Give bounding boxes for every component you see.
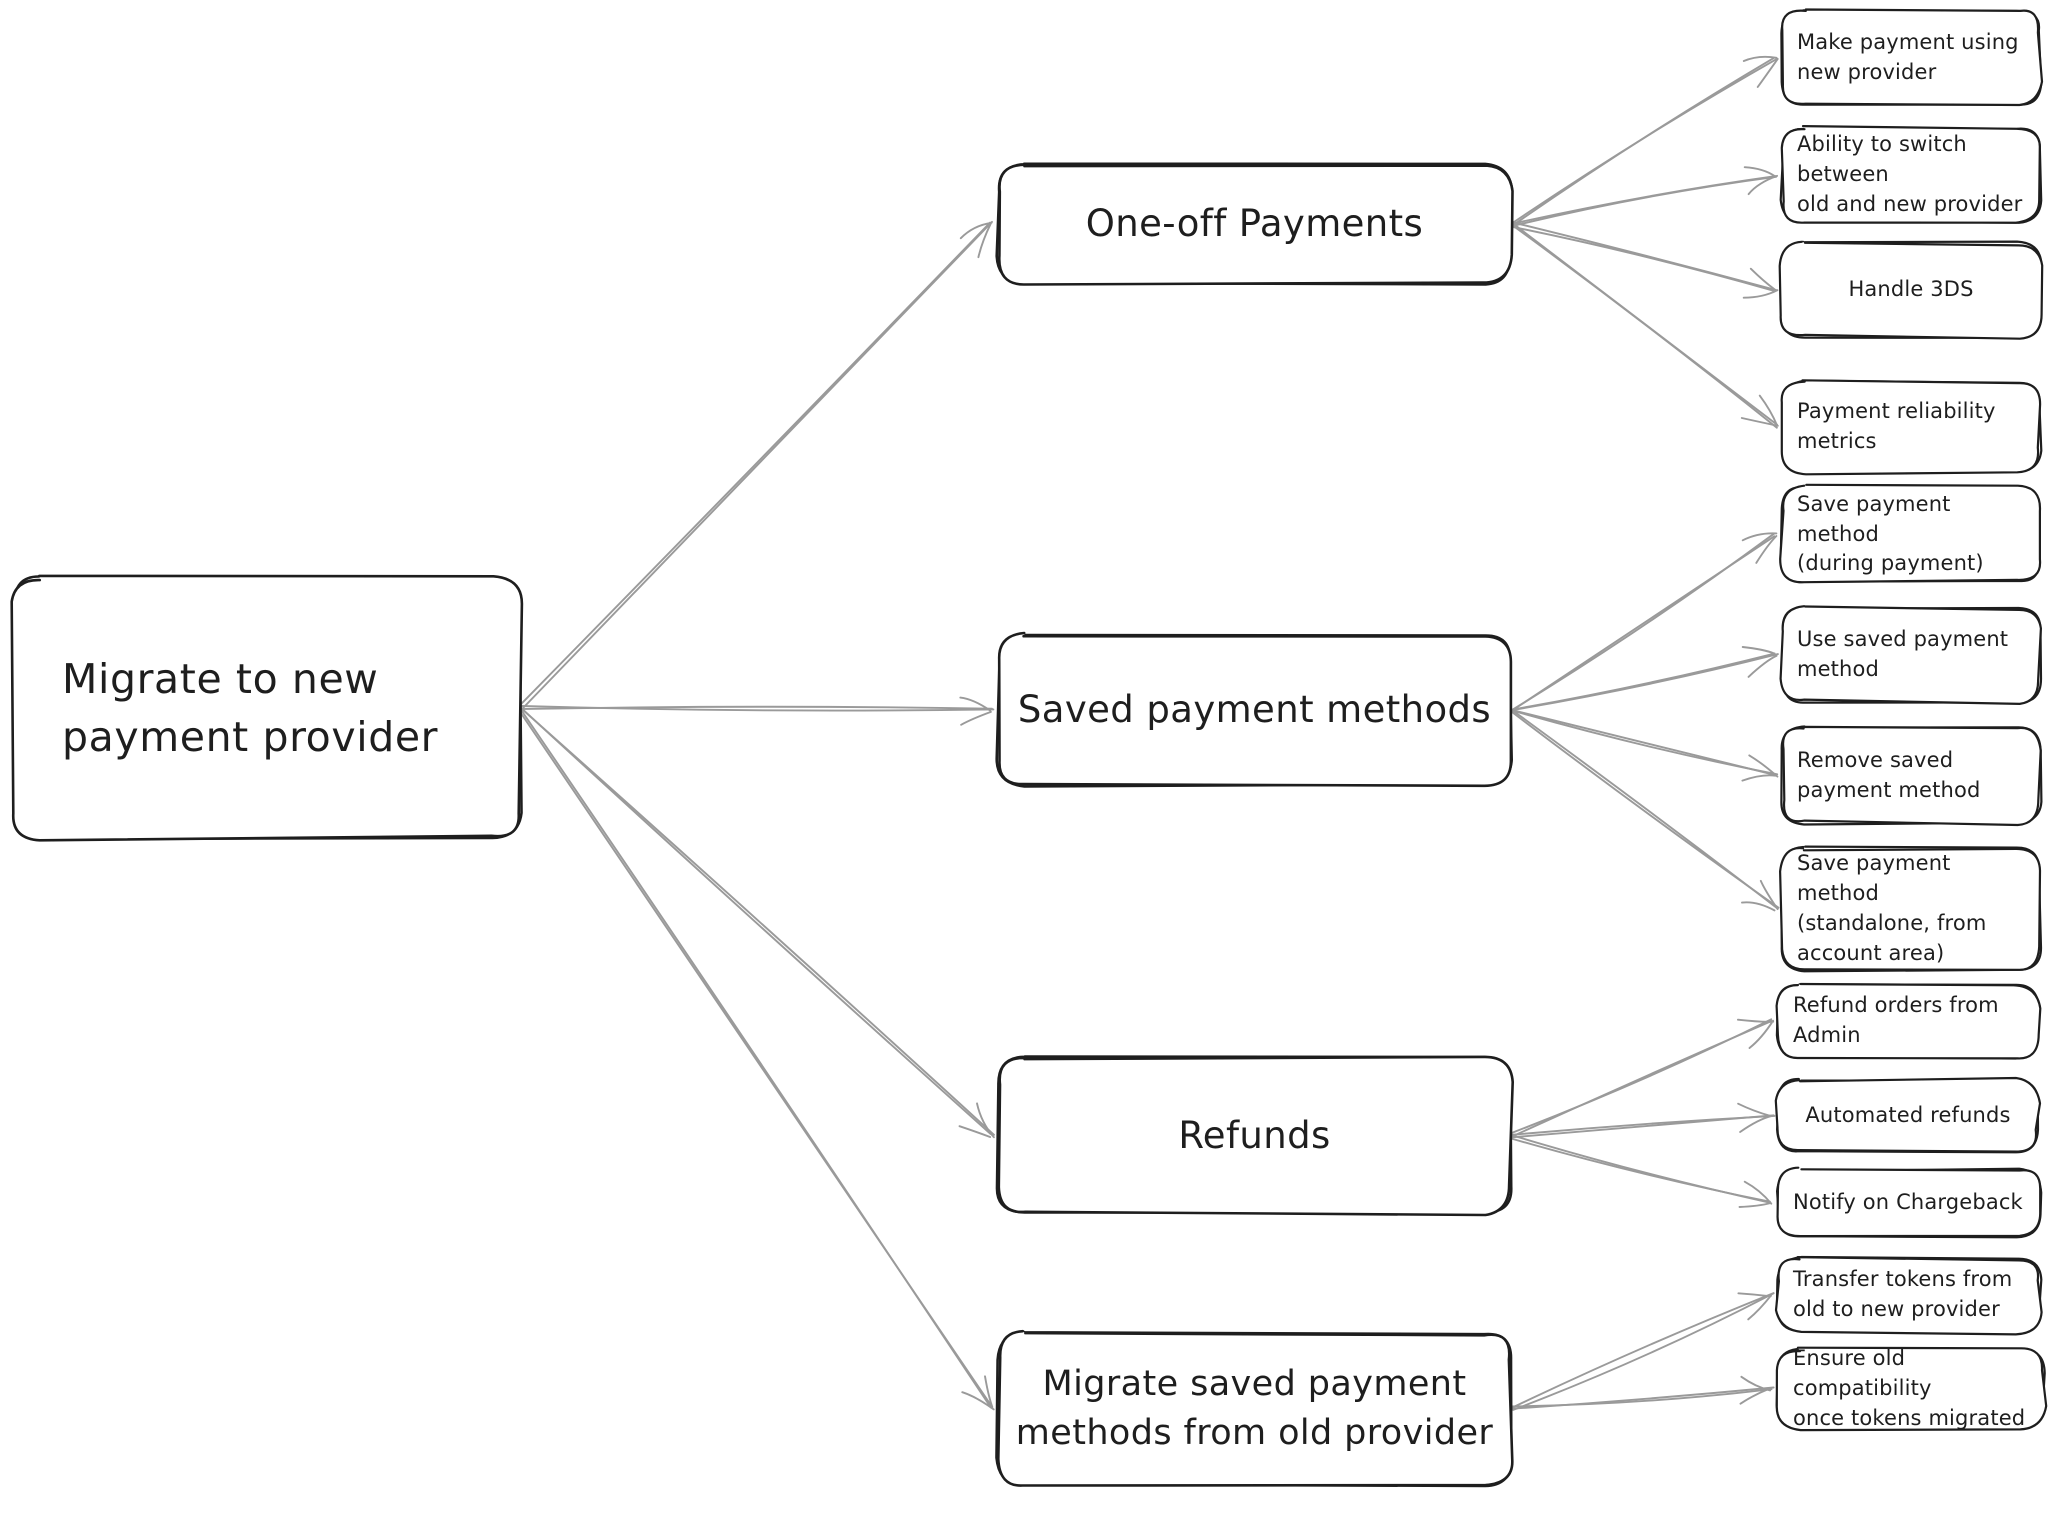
node-leaf-3-1-stroke2	[1775, 1346, 2048, 1432]
node-leaf-0-0-stroke2	[1781, 8, 2044, 107]
node-leaf-1-2-stroke2	[1781, 725, 2042, 827]
node-leaf-2-2-stroke2	[1776, 1166, 2042, 1238]
node-leaf-1-1-stroke2	[1779, 605, 2042, 705]
mind-map-canvas: Migrate to new payment provider One-off P…	[0, 0, 2048, 1529]
node-branch-1-stroke2	[997, 631, 1513, 788]
node-leaf-0-2-stroke2	[1778, 240, 2044, 340]
node-leaf-2-0-stroke2	[1775, 982, 2042, 1060]
node-leaf-3-0-stroke2	[1774, 1256, 2043, 1336]
node-leaf-1-3-stroke2	[1779, 847, 2042, 971]
node-branch-0-stroke2	[998, 163, 1514, 286]
node-branch-2-stroke2	[997, 1055, 1514, 1217]
node-branch-3-stroke2	[997, 1329, 1514, 1487]
node-leaf-0-3-stroke2	[1780, 379, 2042, 476]
node-layer	[10, 8, 2048, 1488]
node-leaf-0-1-stroke2	[1780, 125, 2041, 224]
node-leaf-2-1-stroke2	[1774, 1076, 2042, 1153]
node-leaf-1-0-stroke2	[1779, 483, 2042, 584]
node-root-stroke2	[10, 574, 524, 842]
